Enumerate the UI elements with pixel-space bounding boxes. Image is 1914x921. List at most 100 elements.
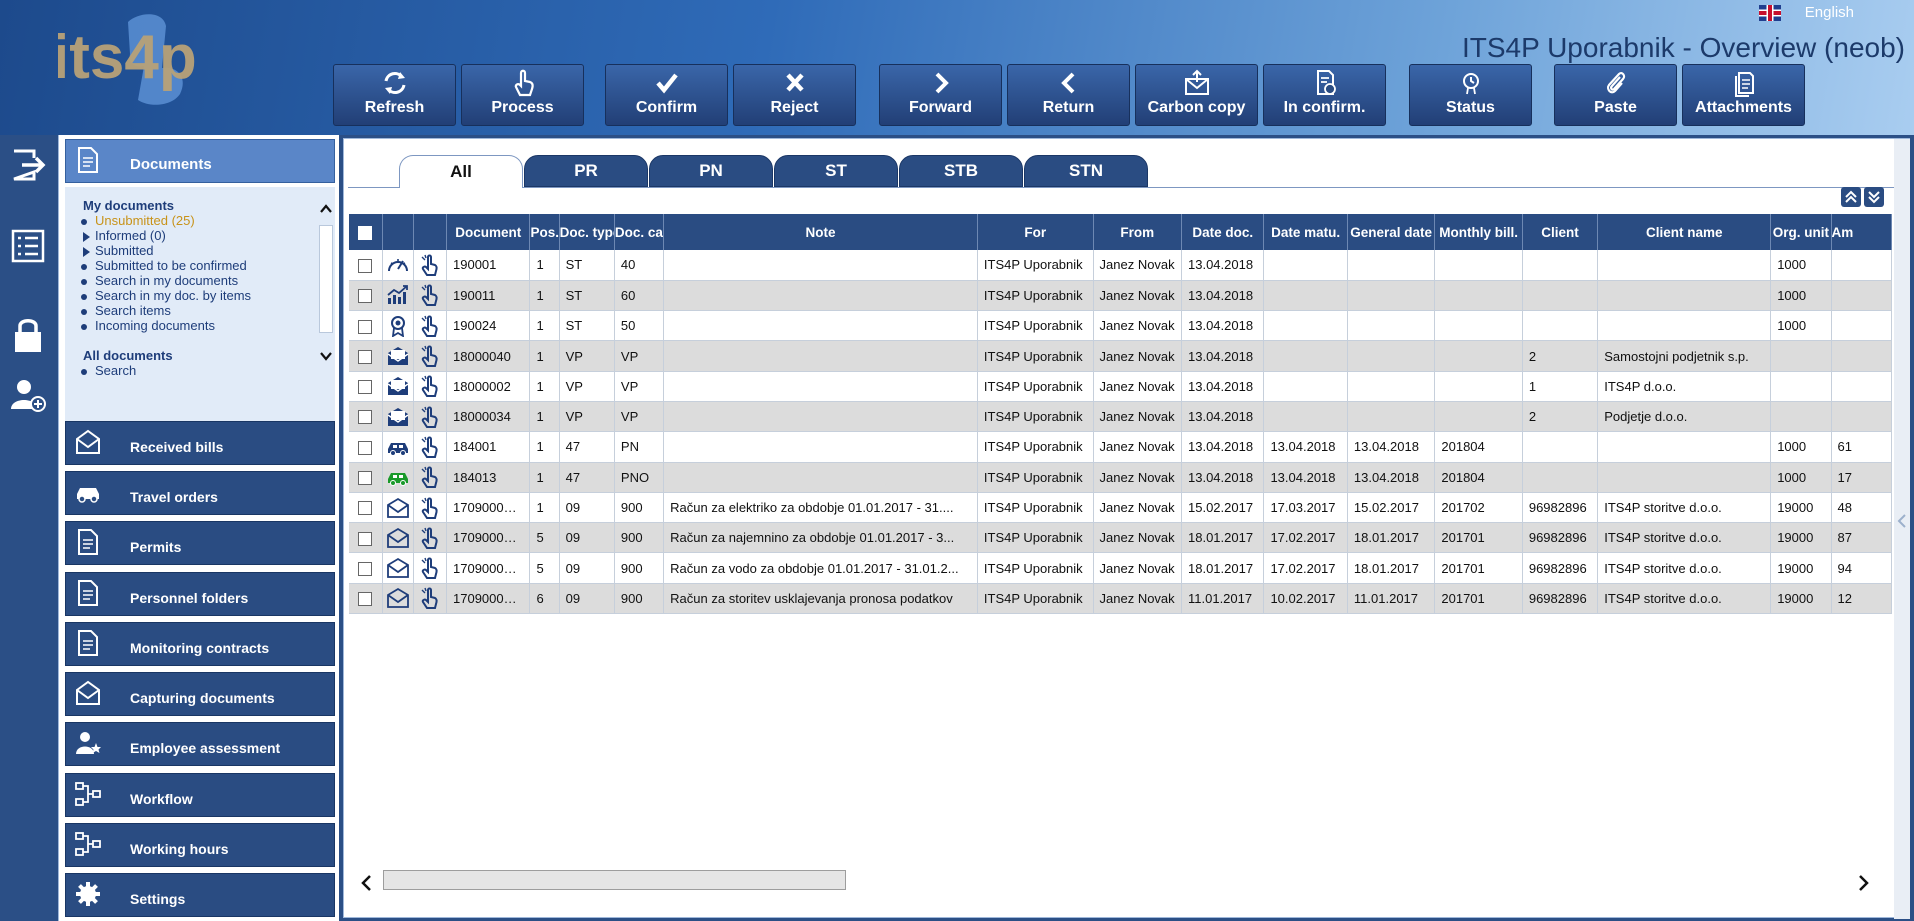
column-header[interactable]: Client	[1522, 214, 1599, 250]
row-select-cell[interactable]	[349, 522, 383, 554]
in-confirm-button[interactable]: In confirm.	[1263, 64, 1386, 126]
expand-all-button[interactable]	[1864, 187, 1884, 207]
language-selector[interactable]: English	[1758, 4, 1854, 21]
sidebar-item-personnel-folders[interactable]: Personnel folders	[65, 572, 335, 616]
select-all-checkbox[interactable]	[358, 225, 373, 240]
column-header[interactable]: General date	[1347, 214, 1436, 250]
table-row[interactable]: 190001 1 ST 40 ITS4P Uporabnik Janez Novak 13.…	[349, 250, 1893, 281]
collapse-all-button[interactable]	[1841, 187, 1861, 207]
row-select-cell[interactable]	[349, 431, 383, 463]
sidebar-item-settings[interactable]: Settings	[65, 873, 335, 917]
column-header[interactable]: For	[977, 214, 1094, 250]
table-row[interactable]: 1709000024 5 09 900 Račun za najemnino za ob…	[349, 522, 1893, 554]
hand-pointer-icon[interactable]	[418, 315, 442, 337]
tree-group-all-documents[interactable]: All documents	[83, 348, 173, 363]
row-action-cell[interactable]	[413, 462, 448, 493]
sidebar-item-received-bills[interactable]: Received bills	[65, 421, 335, 465]
select-all-column[interactable]	[349, 214, 383, 250]
forward-button[interactable]: Forward	[879, 64, 1002, 126]
tree-item-search-items[interactable]: Search items	[81, 303, 171, 318]
row-checkbox[interactable]	[358, 258, 373, 273]
scroll-left-arrow[interactable]	[360, 872, 374, 898]
logout-icon[interactable]	[8, 145, 48, 185]
sidebar-item-travel-orders[interactable]: Travel orders	[65, 471, 335, 515]
row-action-cell[interactable]	[413, 401, 448, 433]
sidebar-item-documents[interactable]: Documents	[65, 139, 335, 183]
column-header[interactable]: From	[1093, 214, 1183, 250]
add-user-icon[interactable]	[8, 375, 48, 415]
tree-item-submitted-to-be-confirmed[interactable]: Submitted to be confirmed	[81, 258, 247, 273]
column-header[interactable]: Doc. type	[559, 214, 615, 250]
row-select-cell[interactable]	[349, 583, 383, 615]
tree-group-my-documents[interactable]: My documents	[83, 198, 174, 213]
row-select-cell[interactable]	[349, 401, 383, 433]
hand-pointer-icon[interactable]	[418, 254, 442, 276]
row-action-cell[interactable]	[413, 492, 448, 524]
hand-pointer-icon[interactable]	[418, 284, 442, 307]
table-row[interactable]: 18000002 1 VP VP ITS4P Uporabnik Janez Novak 1…	[349, 371, 1893, 402]
hand-pointer-icon[interactable]	[418, 587, 442, 610]
tree-item-search[interactable]: Search	[81, 363, 136, 378]
table-row[interactable]: 184013 1 47 PNO ITS4P Uporabnik Janez Novak 13…	[349, 462, 1893, 493]
row-checkbox[interactable]	[358, 410, 373, 425]
tree-scrollbar[interactable]	[319, 225, 333, 333]
horizontal-scrollbar[interactable]	[383, 870, 846, 890]
column-header[interactable]: Org. unit	[1770, 214, 1832, 250]
row-select-cell[interactable]	[349, 552, 383, 584]
table-row[interactable]: 1709000041 1 09 900 Račun za elektriko za ob…	[349, 492, 1893, 524]
hand-pointer-icon[interactable]	[418, 557, 442, 580]
reject-button[interactable]: Reject	[733, 64, 856, 126]
sidebar-item-employee-assessment[interactable]: Employee assessment	[65, 722, 335, 766]
hand-pointer-icon[interactable]	[418, 497, 442, 519]
table-row[interactable]: 190024 1 ST 50 ITS4P Uporabnik Janez Novak 13.…	[349, 310, 1893, 342]
row-action-cell[interactable]	[413, 310, 448, 342]
hand-pointer-icon[interactable]	[418, 527, 442, 549]
hand-pointer-icon[interactable]	[418, 375, 442, 398]
row-checkbox[interactable]	[358, 501, 373, 516]
tab-st[interactable]: ST	[774, 155, 898, 187]
chevron-down-icon[interactable]	[319, 350, 333, 362]
table-row[interactable]: 1709000025 5 09 900 Račun za vodo za obdobje…	[349, 552, 1893, 584]
row-checkbox[interactable]	[358, 561, 373, 576]
tree-item-submitted[interactable]: Submitted	[83, 243, 154, 258]
tree-item-unsubmitted[interactable]: Unsubmitted (25)	[81, 213, 195, 228]
sidebar-item-permits[interactable]: Permits	[65, 521, 335, 565]
row-action-cell[interactable]	[413, 552, 448, 584]
sidebar-item-working-hours[interactable]: Working hours	[65, 823, 335, 867]
row-action-cell[interactable]	[413, 371, 448, 402]
row-select-cell[interactable]	[349, 492, 383, 524]
lock-icon[interactable]	[8, 315, 48, 355]
tree-item-informed[interactable]: Informed (0)	[83, 228, 166, 243]
return-button[interactable]: Return	[1007, 64, 1130, 126]
row-select-cell[interactable]	[349, 250, 383, 281]
row-select-cell[interactable]	[349, 340, 383, 372]
confirm-button[interactable]: Confirm	[605, 64, 728, 126]
status-button[interactable]: Status	[1409, 64, 1532, 126]
tab-pn[interactable]: PN	[649, 155, 773, 187]
tree-item-search-my-documents[interactable]: Search in my documents	[81, 273, 238, 288]
column-header[interactable]: Monthly bill.	[1434, 214, 1523, 250]
row-checkbox[interactable]	[358, 380, 373, 395]
row-checkbox[interactable]	[358, 592, 373, 607]
tab-stb[interactable]: STB	[899, 155, 1023, 187]
paste-button[interactable]: Paste	[1554, 64, 1677, 126]
carbon-copy-button[interactable]: Carbon copy	[1135, 64, 1258, 126]
row-select-cell[interactable]	[349, 280, 383, 312]
table-row[interactable]: 190011 1 ST 60 ITS4P Uporabnik Janez Novak 13.…	[349, 280, 1893, 312]
column-header[interactable]: Doc. cat.	[614, 214, 665, 250]
scroll-right-arrow[interactable]	[1856, 872, 1870, 898]
column-header[interactable]: Client name	[1597, 214, 1772, 250]
tab-stn[interactable]: STN	[1024, 155, 1148, 187]
table-row[interactable]: 18000040 1 VP VP ITS4P Uporabnik Janez Novak 1…	[349, 340, 1893, 372]
sidebar-item-monitoring-contracts[interactable]: Monitoring contracts	[65, 622, 335, 666]
row-select-cell[interactable]	[349, 462, 383, 493]
row-action-cell[interactable]	[413, 280, 448, 312]
row-checkbox[interactable]	[358, 319, 373, 334]
column-header[interactable]: Date doc.	[1181, 214, 1265, 250]
right-collapse-strip[interactable]	[1894, 139, 1910, 919]
table-row[interactable]: 184001 1 47 PN ITS4P Uporabnik Janez Novak 13.…	[349, 431, 1893, 463]
hand-pointer-icon[interactable]	[418, 466, 442, 489]
row-action-cell[interactable]	[413, 522, 448, 554]
hand-pointer-icon[interactable]	[418, 345, 442, 368]
tab-pr[interactable]: PR	[524, 155, 648, 187]
